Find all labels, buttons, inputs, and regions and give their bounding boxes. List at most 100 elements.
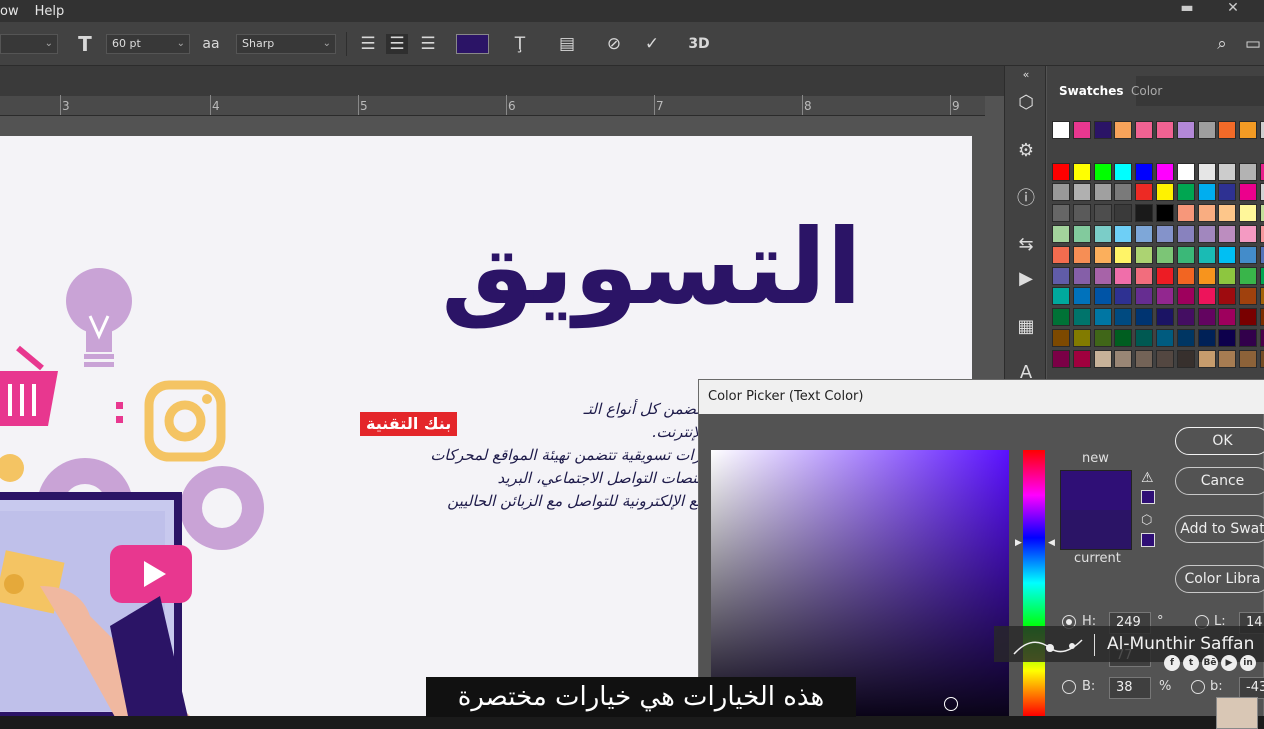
color-swatch[interactable]: [1176, 308, 1195, 327]
color-swatch[interactable]: [1218, 245, 1237, 264]
color-swatch[interactable]: [1072, 287, 1091, 306]
headline-text[interactable]: التسويق: [441, 206, 864, 328]
color-swatch[interactable]: [1260, 121, 1264, 139]
color-swatch[interactable]: [1052, 204, 1070, 223]
color-swatch[interactable]: [1114, 225, 1133, 243]
search-icon[interactable]: ⌕: [1211, 34, 1233, 54]
color-swatch[interactable]: [1072, 329, 1091, 347]
color-swatch[interactable]: [1093, 308, 1112, 327]
color-swatch[interactable]: [1093, 245, 1112, 264]
cancel-button[interactable]: Cance: [1175, 467, 1264, 495]
color-swatch[interactable]: [1176, 329, 1195, 347]
color-swatch[interactable]: [1239, 204, 1258, 223]
color-swatch[interactable]: [1176, 266, 1195, 285]
color-swatch[interactable]: [1260, 225, 1264, 243]
align-center-icon[interactable]: ☰: [386, 34, 408, 54]
character-panel-icon[interactable]: ▤: [556, 34, 578, 54]
color-swatch[interactable]: [1239, 162, 1258, 181]
color-swatch[interactable]: [1114, 162, 1133, 181]
color-swatch[interactable]: [1260, 308, 1264, 327]
tab-color[interactable]: Color: [1119, 76, 1174, 106]
color-swatch[interactable]: [1114, 349, 1133, 368]
color-swatch[interactable]: [1114, 183, 1133, 202]
menu-item-window[interactable]: ow: [0, 4, 19, 19]
color-swatch[interactable]: [1176, 121, 1195, 139]
color-swatch[interactable]: [1156, 308, 1174, 327]
color-swatch[interactable]: [1052, 287, 1070, 306]
color-swatch[interactable]: [1197, 162, 1216, 181]
color-swatch[interactable]: [1260, 245, 1264, 264]
color-swatch[interactable]: [1197, 121, 1216, 139]
twitter-icon[interactable]: t: [1183, 655, 1199, 671]
lab-b-input[interactable]: -43: [1239, 677, 1264, 699]
color-swatch[interactable]: [1197, 287, 1216, 306]
color-swatch[interactable]: [1135, 204, 1154, 223]
color-swatch[interactable]: [1135, 349, 1154, 368]
font-style-dropdown[interactable]: ⌄: [0, 34, 58, 54]
color-swatch[interactable]: [1197, 349, 1216, 368]
color-swatch[interactable]: [1218, 225, 1237, 243]
color-swatch[interactable]: [1156, 329, 1174, 347]
color-swatch[interactable]: [1218, 266, 1237, 285]
web-safe-cube-icon[interactable]: ⬡: [1141, 513, 1152, 528]
color-swatch[interactable]: [1156, 349, 1174, 368]
color-swatch[interactable]: [1114, 204, 1133, 223]
color-swatch[interactable]: [1176, 162, 1195, 181]
color-swatch[interactable]: [1114, 287, 1133, 306]
color-swatch[interactable]: [1093, 266, 1112, 285]
collapse-panels-icon[interactable]: «: [1015, 64, 1037, 86]
color-swatch[interactable]: [1114, 266, 1133, 285]
font-size-dropdown[interactable]: 60 pt ⌄: [106, 34, 190, 54]
color-swatch[interactable]: [1239, 329, 1258, 347]
color-swatch[interactable]: [1114, 245, 1133, 264]
commit-icon[interactable]: ✓: [641, 34, 663, 54]
info-icon[interactable]: ⓘ: [1015, 188, 1037, 210]
color-swatch[interactable]: [1176, 245, 1195, 264]
close-icon[interactable]: ✕: [1218, 0, 1248, 16]
color-swatch[interactable]: [1260, 162, 1264, 181]
play-actions-icon[interactable]: ▶: [1015, 268, 1037, 290]
color-swatch[interactable]: [1239, 287, 1258, 306]
out-of-gamut-warning-icon[interactable]: ⚠: [1141, 470, 1154, 486]
minimize-icon[interactable]: ▬: [1172, 0, 1202, 16]
color-swatch[interactable]: [1197, 329, 1216, 347]
color-swatch[interactable]: [1176, 225, 1195, 243]
color-swatch[interactable]: [1114, 308, 1133, 327]
color-swatch[interactable]: [1239, 225, 1258, 243]
color-swatch[interactable]: [1135, 266, 1154, 285]
color-swatch[interactable]: [1052, 183, 1070, 202]
color-swatch[interactable]: [1197, 308, 1216, 327]
3d-icon[interactable]: 3D: [688, 34, 710, 54]
color-swatch[interactable]: [1135, 121, 1154, 139]
color-swatch[interactable]: [1072, 266, 1091, 285]
3d-cube-icon[interactable]: ⬡: [1015, 92, 1037, 114]
color-swatch[interactable]: [1135, 329, 1154, 347]
youtube-icon[interactable]: ▶: [1221, 655, 1237, 671]
color-swatch[interactable]: [1197, 225, 1216, 243]
color-swatch[interactable]: [1072, 204, 1091, 223]
color-swatch[interactable]: [1197, 183, 1216, 202]
workspace-icon[interactable]: ▭: [1242, 34, 1264, 54]
color-swatch[interactable]: [1176, 349, 1195, 368]
color-swatch[interactable]: [1072, 183, 1091, 202]
color-swatch[interactable]: [1156, 162, 1174, 181]
color-swatch[interactable]: [1135, 162, 1154, 181]
learn-icon[interactable]: ⚙: [1015, 140, 1037, 162]
color-swatch[interactable]: [1072, 245, 1091, 264]
color-swatch[interactable]: [1072, 162, 1091, 181]
hue-slider-right-arrow[interactable]: ◀: [1048, 538, 1055, 548]
color-swatch[interactable]: [1052, 349, 1070, 368]
color-swatch[interactable]: [1135, 225, 1154, 243]
color-swatch[interactable]: [1072, 121, 1091, 139]
history-icon[interactable]: ⇆: [1015, 234, 1037, 256]
color-swatch[interactable]: [1093, 204, 1112, 223]
color-swatch[interactable]: [1218, 287, 1237, 306]
color-swatch[interactable]: [1239, 183, 1258, 202]
color-swatch[interactable]: [1260, 349, 1264, 368]
color-swatch[interactable]: [1093, 225, 1112, 243]
color-swatch[interactable]: [1176, 183, 1195, 202]
ok-button[interactable]: OK: [1175, 427, 1264, 455]
color-swatch[interactable]: [1260, 329, 1264, 347]
color-swatch[interactable]: [1093, 183, 1112, 202]
color-swatch[interactable]: [1197, 245, 1216, 264]
